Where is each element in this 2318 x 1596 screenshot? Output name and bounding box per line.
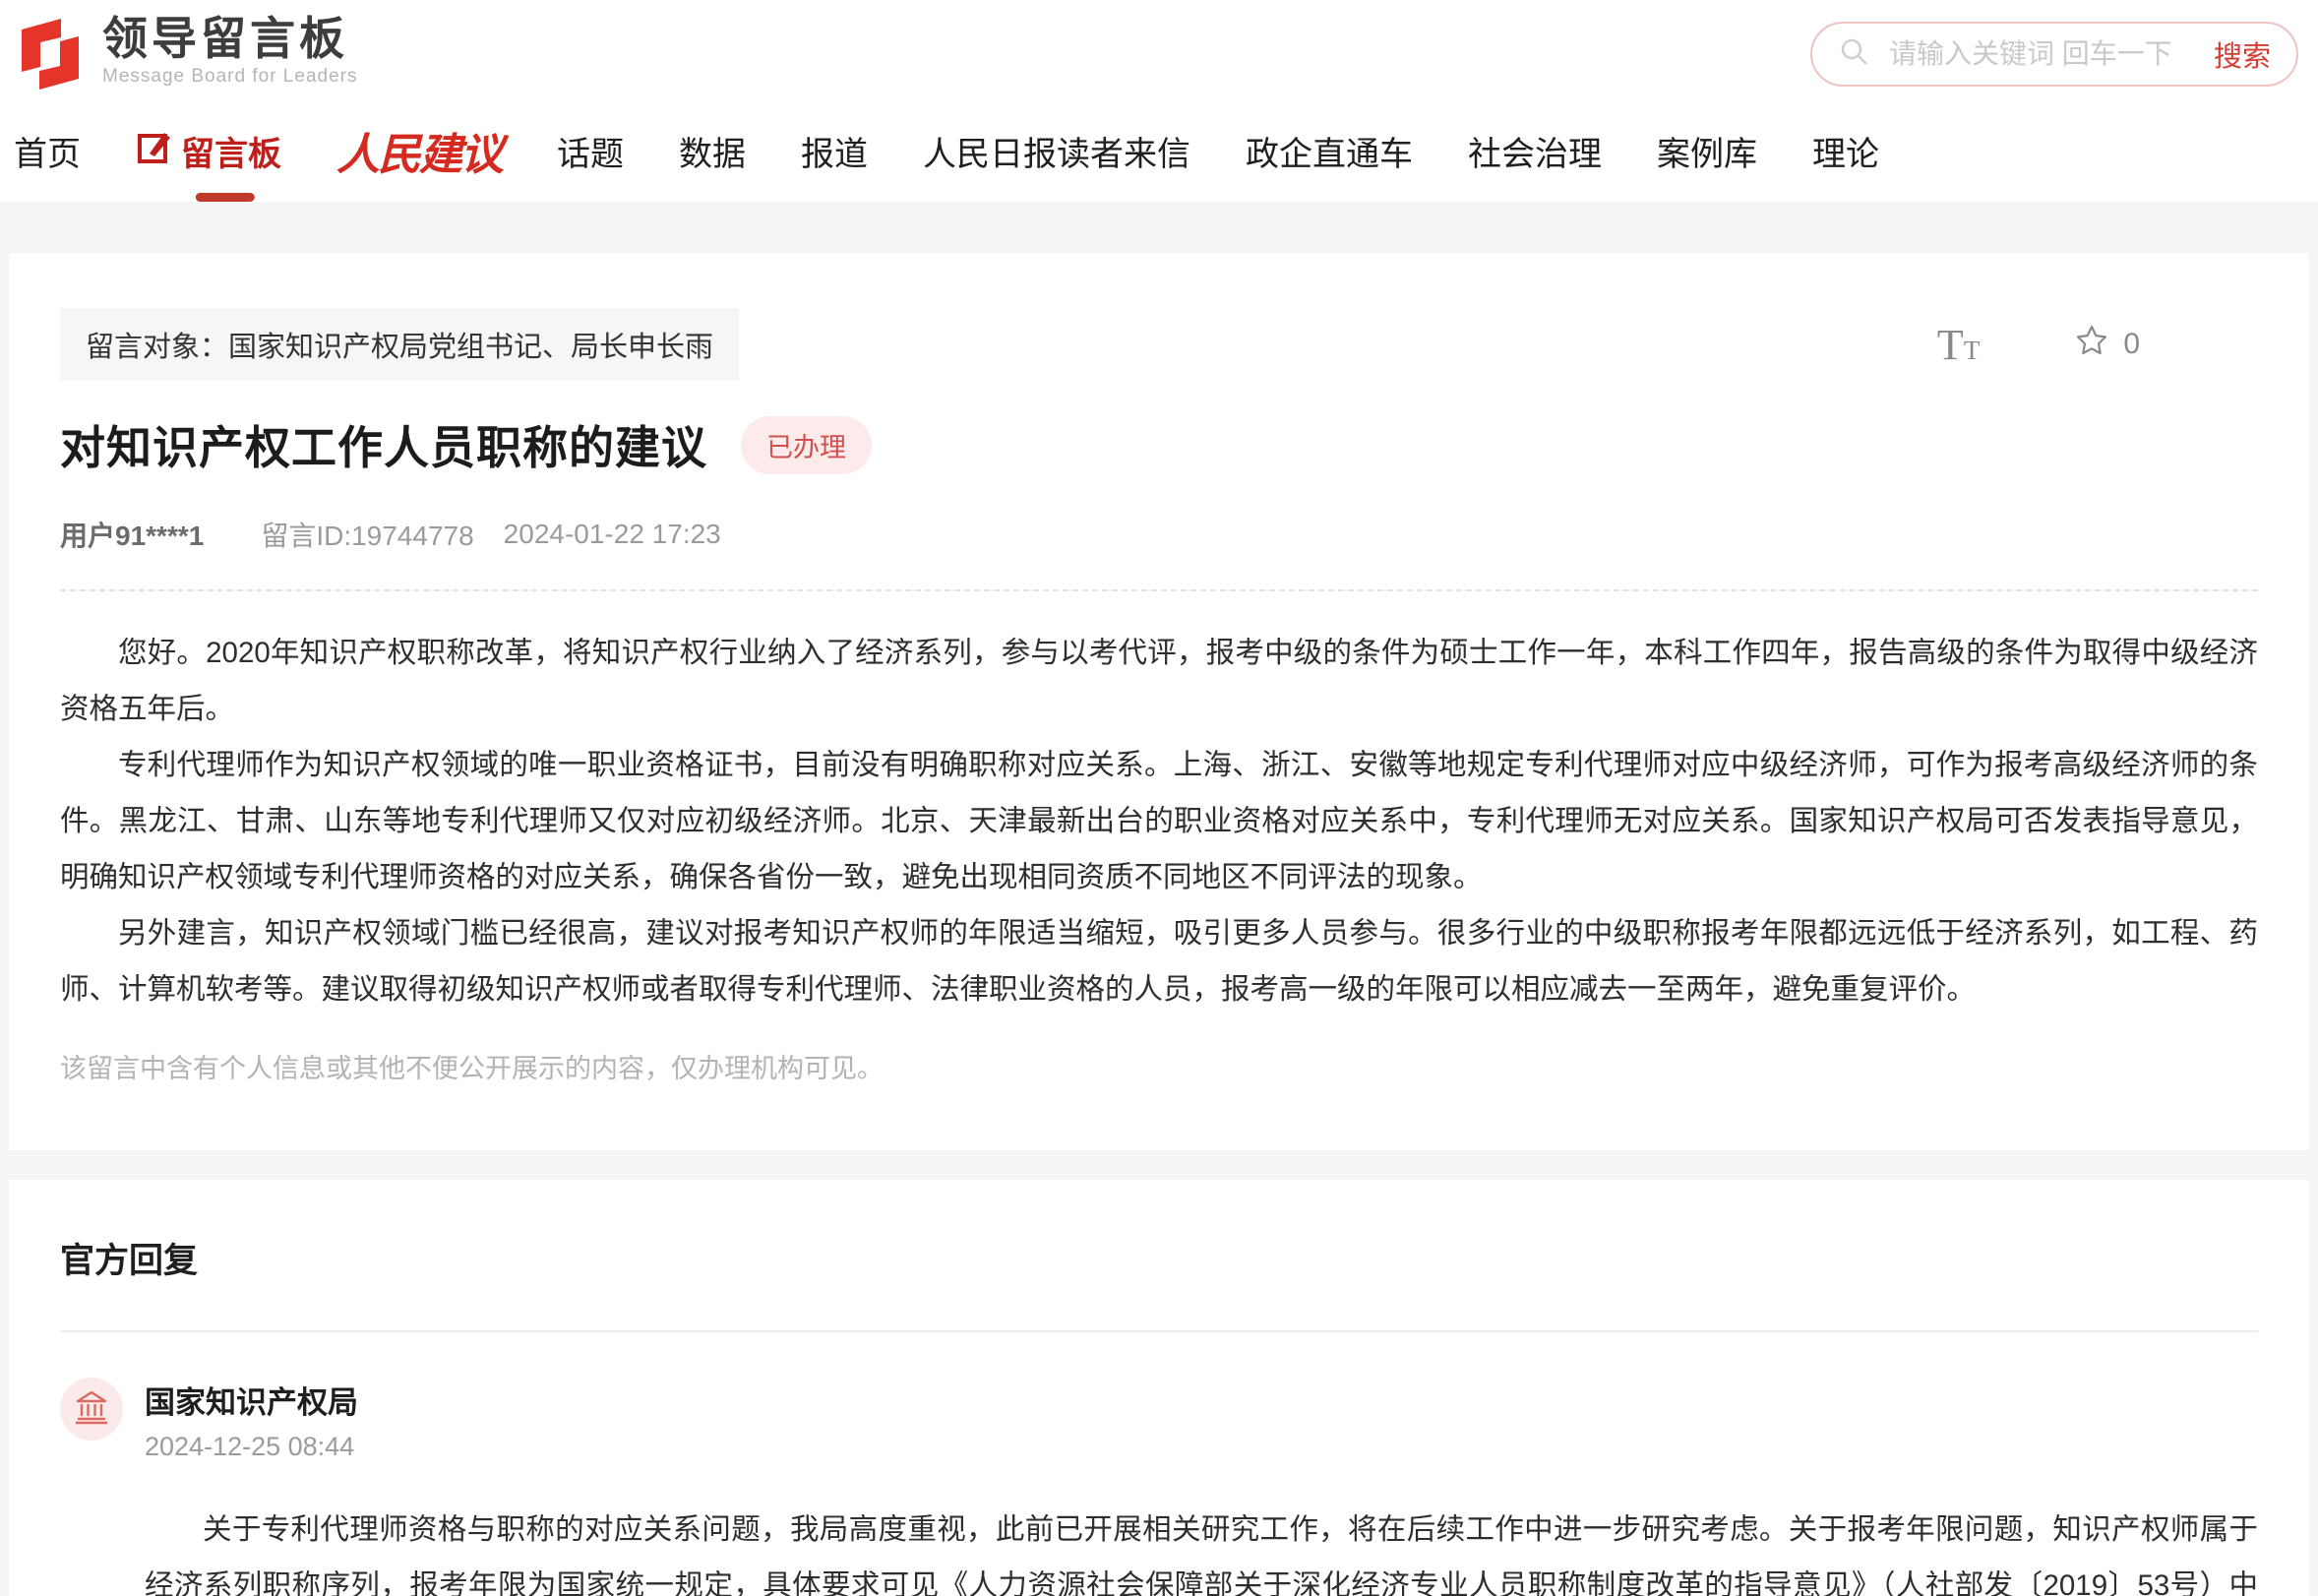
site-logo[interactable]: 领导留言板 Message Board for Leaders xyxy=(14,14,357,99)
search-icon xyxy=(1838,35,1871,74)
message-target-tag: 留言对象：国家知识产权局党组书记、局长申长雨 xyxy=(60,308,739,381)
header-content-gap xyxy=(0,202,2318,253)
reply-item: 国家知识产权局 2024-12-25 08:44 关于专利代理师资格与职称的对应… xyxy=(60,1378,2258,1596)
card-gap xyxy=(0,1150,2318,1180)
star-icon xyxy=(2074,323,2109,366)
pencil-square-icon xyxy=(136,128,173,174)
favorite-control[interactable]: 0 xyxy=(2074,323,2140,366)
site-subtitle: Message Board for Leaders xyxy=(102,66,357,88)
nav-item-reports[interactable]: 报道 xyxy=(801,99,868,202)
reply-divider xyxy=(60,1330,2258,1332)
reply-agency-name: 国家知识产权局 xyxy=(145,1378,2258,1422)
nav-item-theory[interactable]: 理论 xyxy=(1812,99,1879,202)
message-user: 用户91****1 xyxy=(60,515,204,554)
search-button[interactable]: 搜索 xyxy=(2214,33,2271,75)
message-paragraph: 您好。2020年知识产权职称改革，将知识产权行业纳入了经济系列，参与以考代评，报… xyxy=(60,625,2258,737)
message-title: 对知识产权工作人员职称的建议 xyxy=(60,412,707,477)
nav-item-reader-letters[interactable]: 人民日报读者来信 xyxy=(923,99,1190,202)
avatar xyxy=(60,1378,123,1441)
nav-item-topics[interactable]: 话题 xyxy=(557,99,624,202)
site-title: 领导留言板 xyxy=(102,14,357,64)
message-paragraph: 专利代理师作为知识产权领域的唯一职业资格证书，目前没有明确职称对应关系。上海、浙… xyxy=(60,737,2258,905)
search-bar[interactable]: 搜索 xyxy=(1810,22,2298,87)
government-building-icon xyxy=(73,1388,110,1431)
logo-mark-icon xyxy=(14,14,87,99)
nav-item-message-board[interactable]: 留言板 xyxy=(136,99,281,202)
nav-item-case-library[interactable]: 案例库 xyxy=(1657,99,1757,202)
page-header: 领导留言板 Message Board for Leaders 搜索 xyxy=(0,0,2318,99)
message-card: 留言对象：国家知识产权局党组书记、局长申长雨 TT 0 对知识产权工作人员职称的… xyxy=(9,253,2309,1150)
reply-timestamp: 2024-12-25 08:44 xyxy=(145,1432,2258,1462)
message-paragraph: 另外建言，知识产权领域门槛已经很高，建议对报考知识产权师的年限适当缩短，吸引更多… xyxy=(60,905,2258,1017)
status-badge: 已办理 xyxy=(741,416,872,474)
message-body: 您好。2020年知识产权职称改革，将知识产权行业纳入了经济系列，参与以考代评，报… xyxy=(60,625,2258,1085)
nav-item-social-governance[interactable]: 社会治理 xyxy=(1468,99,1602,202)
main-nav: 首页 留言板 人民建议 话题 数据 报道 人民日报读者来信 政企直通车 社会治理… xyxy=(0,99,2318,202)
nav-item-home[interactable]: 首页 xyxy=(14,99,81,202)
search-input[interactable] xyxy=(1889,38,2214,70)
reply-section-title: 官方回复 xyxy=(60,1233,2258,1283)
nav-item-peoples-suggestion[interactable]: 人民建议 xyxy=(336,99,502,202)
message-id: 留言ID:19744778 xyxy=(261,515,473,554)
message-timestamp: 2024-01-22 17:23 xyxy=(504,519,721,550)
nav-item-data[interactable]: 数据 xyxy=(679,99,746,202)
nav-item-gov-enterprise[interactable]: 政企直通车 xyxy=(1246,99,1413,202)
official-reply-card: 官方回复 国家知识产权局 2024-12-25 08:44 关于专利代理师资格与… xyxy=(9,1180,2309,1596)
font-size-icon[interactable]: TT xyxy=(1937,320,1980,370)
privacy-note: 该留言中含有个人信息或其他不便公开展示的内容，仅办理机构可见。 xyxy=(60,1047,2258,1085)
favorite-count: 0 xyxy=(2123,328,2140,361)
reply-body: 关于专利代理师资格与职称的对应关系问题，我局高度重视，此前已开展相关研究工作，将… xyxy=(145,1502,2258,1596)
nav-active-underline xyxy=(196,193,255,202)
